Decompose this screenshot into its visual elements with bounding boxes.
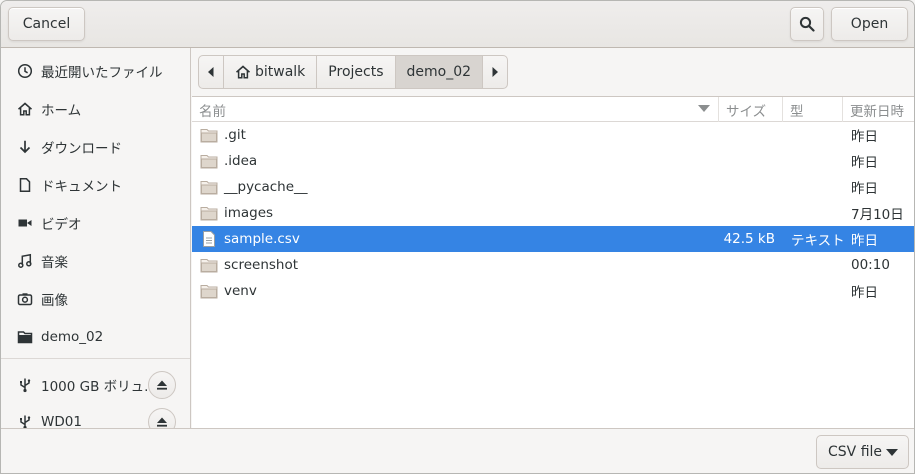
path-segment-demo-02[interactable]: demo_02 <box>395 56 484 88</box>
sidebar-item-label: ホーム <box>41 103 82 119</box>
sidebar-item-demo-02[interactable]: demo_02 <box>1 318 190 356</box>
sidebar-item-videos[interactable]: ビデオ <box>1 204 190 242</box>
sidebar-item-pictures[interactable]: 画像 <box>1 280 190 318</box>
document-icon <box>16 176 34 194</box>
path-segment-projects[interactable]: Projects <box>317 56 396 88</box>
file-name: images <box>224 205 274 221</box>
folder-icon <box>200 126 218 144</box>
file-name: .git <box>224 127 246 143</box>
sort-descending-icon <box>698 105 710 112</box>
cancel-button[interactable]: Cancel <box>8 7 85 41</box>
usb-icon <box>16 376 34 394</box>
file-size: 42.5 kB <box>723 231 775 247</box>
column-header-name[interactable]: 名前 <box>192 97 719 122</box>
sidebar-item-downloads[interactable]: ダウンロード <box>1 128 190 166</box>
file-type-filter-dropdown[interactable]: CSV file <box>816 435 909 469</box>
eject-icon <box>157 417 167 427</box>
path-segment-home[interactable]: bitwalk <box>224 56 318 88</box>
sidebar-item-label: 音楽 <box>41 255 68 271</box>
clock-icon <box>16 62 34 80</box>
filter-label: CSV file <box>828 444 883 460</box>
path-forward-button[interactable] <box>483 56 507 88</box>
places-sidebar: 最近開いたファイル ホーム ダウンロード ドキュメント ビデオ 音楽 画像 de… <box>1 48 191 428</box>
sidebar-item-wd01[interactable]: WD01 <box>1 403 190 428</box>
download-icon <box>16 138 34 156</box>
sidebar-item-label: ドキュメント <box>41 179 122 195</box>
folder-icon <box>200 152 218 170</box>
sidebar-item-label: demo_02 <box>41 329 104 345</box>
eject-button[interactable] <box>148 408 176 428</box>
file-modified: 昨日 <box>851 155 878 171</box>
sidebar-item-home[interactable]: ホーム <box>1 90 190 128</box>
sidebar-item-recent[interactable]: 最近開いたファイル <box>1 52 190 90</box>
file-type: テキスト <box>791 233 845 249</box>
sidebar-item-volume-1000gb[interactable]: 1000 GB ボリュ... <box>1 366 190 404</box>
file-name: sample.csv <box>224 231 300 247</box>
sidebar-divider <box>1 358 190 359</box>
column-header-row: 名前 サイズ 型 更新日時 <box>192 97 914 122</box>
file-name: screenshot <box>224 257 299 273</box>
column-header-modified[interactable]: 更新日時 <box>843 97 914 122</box>
sidebar-item-label: ビデオ <box>41 217 82 233</box>
music-icon <box>16 252 34 270</box>
file-row[interactable]: .idea 昨日 <box>192 148 914 174</box>
chevron-down-icon <box>886 449 898 456</box>
file-chooser-dialog: Cancel Open 最近開いたファイル ホーム ダウンロード ドキュメント … <box>0 0 915 474</box>
path-back-button[interactable] <box>199 56 224 88</box>
path-bar: bitwalk Projects demo_02 <box>198 55 509 89</box>
column-header-label: 名前 <box>199 103 226 120</box>
file-name: venv <box>224 283 257 299</box>
column-header-type[interactable]: 型 <box>783 97 843 122</box>
eject-icon <box>157 380 167 390</box>
search-icon <box>799 16 815 32</box>
file-row[interactable]: sample.csv 42.5 kB テキスト 昨日 <box>192 226 914 252</box>
file-row[interactable]: screenshot 00:10 <box>192 252 914 278</box>
column-header-label: 型 <box>790 103 804 120</box>
file-modified: 00:10 <box>851 257 890 273</box>
camera-icon <box>16 290 34 308</box>
file-modified: 昨日 <box>851 129 878 145</box>
header-bar: Cancel Open <box>1 1 914 48</box>
column-header-label: サイズ <box>726 103 767 120</box>
open-button[interactable]: Open <box>831 7 908 41</box>
path-segment-label: bitwalk <box>255 64 306 80</box>
column-header-size[interactable]: サイズ <box>719 97 783 122</box>
file-modified: 昨日 <box>851 233 878 249</box>
sidebar-item-label: 最近開いたファイル <box>41 65 163 81</box>
chevron-left-icon <box>208 67 214 77</box>
sidebar-item-music[interactable]: 音楽 <box>1 242 190 280</box>
file-modified: 昨日 <box>851 181 878 197</box>
folder-icon <box>200 282 218 300</box>
path-segment-label: Projects <box>328 64 384 80</box>
usb-icon <box>16 413 34 428</box>
sidebar-item-label: ダウンロード <box>41 141 122 157</box>
sidebar-item-documents[interactable]: ドキュメント <box>1 166 190 204</box>
path-segment-label: demo_02 <box>406 64 472 80</box>
file-row[interactable]: venv 昨日 <box>192 278 914 304</box>
home-icon <box>16 100 34 118</box>
file-modified: 昨日 <box>851 285 878 301</box>
home-icon <box>235 65 251 79</box>
eject-button[interactable] <box>148 371 176 399</box>
file-row[interactable]: __pycache__ 昨日 <box>192 174 914 200</box>
footer-bar: CSV file <box>1 428 914 473</box>
file-row[interactable]: images 7月10日 <box>192 200 914 226</box>
sidebar-item-label: 画像 <box>41 293 68 309</box>
search-button[interactable] <box>790 7 824 41</box>
folder-icon <box>200 178 218 196</box>
sidebar-item-label: WD01 <box>41 414 82 428</box>
chevron-right-icon <box>492 67 499 77</box>
column-header-label: 更新日時 <box>850 103 904 120</box>
text-file-icon <box>200 230 218 248</box>
folder-icon <box>200 204 218 222</box>
folder-icon <box>16 328 34 346</box>
file-modified: 7月10日 <box>851 207 904 223</box>
file-name: __pycache__ <box>224 179 308 195</box>
folder-icon <box>200 256 218 274</box>
file-list: 名前 サイズ 型 更新日時 .git 昨日 .idea 昨日 __pycache__ 昨日… <box>192 96 914 428</box>
file-name: .idea <box>224 153 258 169</box>
file-row[interactable]: .git 昨日 <box>192 122 914 148</box>
video-icon <box>16 214 34 232</box>
sidebar-item-label: 1000 GB ボリュ... <box>41 379 158 395</box>
